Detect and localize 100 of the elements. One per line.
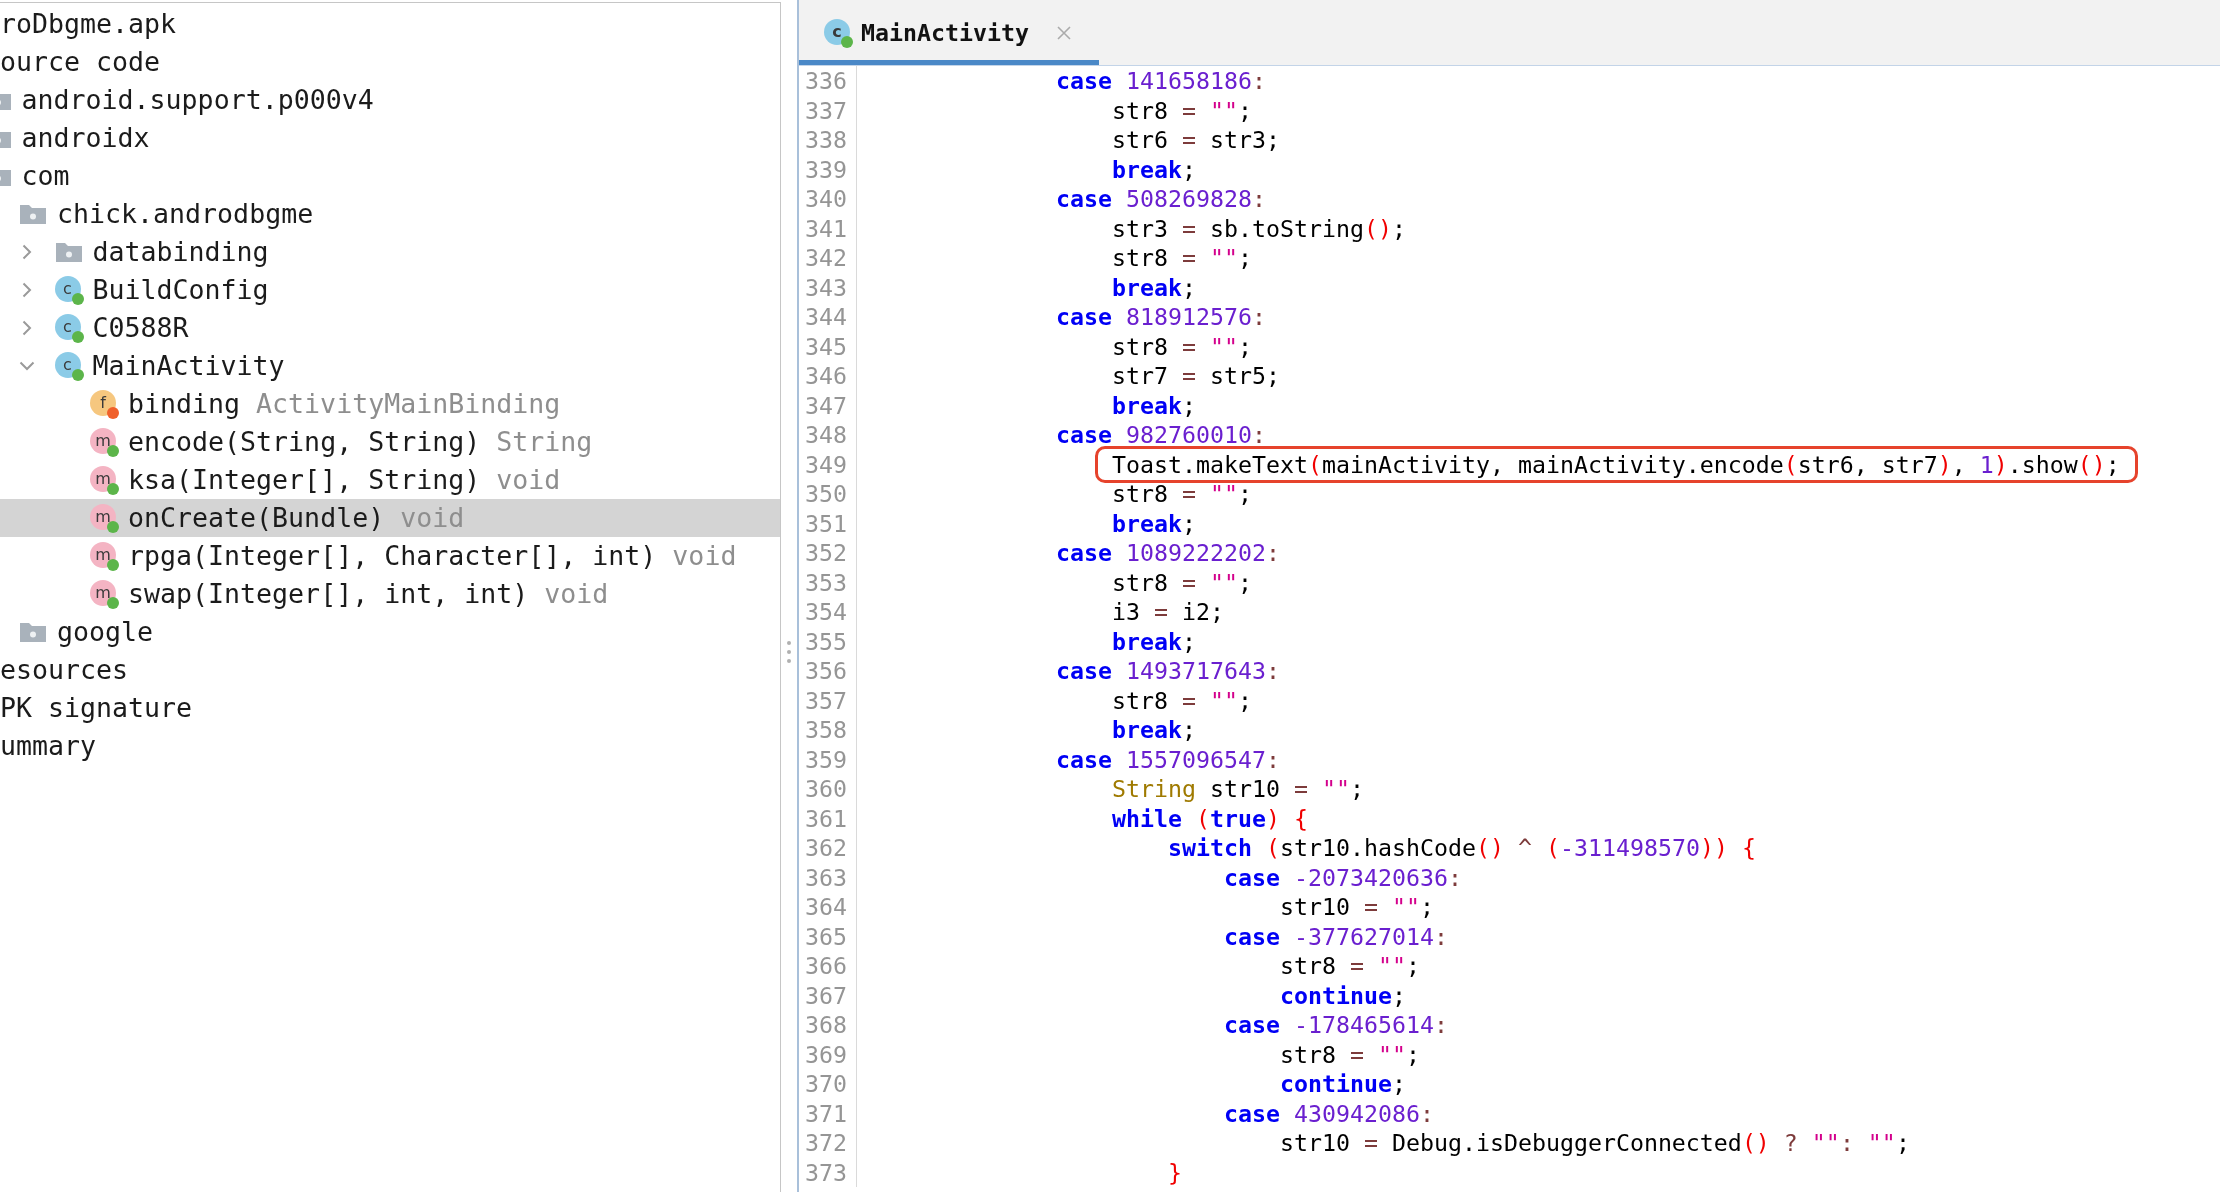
code-line: case 508269828: xyxy=(1055,184,1266,214)
line-number: 336 xyxy=(805,66,847,96)
class-icon: c xyxy=(54,275,81,302)
line-number: 355 xyxy=(805,626,847,656)
tree-item-label[interactable]: swap(Integer[], int, int) xyxy=(128,574,529,614)
line-number: 372 xyxy=(805,1128,847,1158)
code-line: continue; xyxy=(1279,1069,1406,1099)
code-line: break; xyxy=(1111,272,1196,302)
type-label: void xyxy=(496,463,561,498)
line-number: 344 xyxy=(805,302,847,332)
tree-item-label[interactable]: chick.androdbgme xyxy=(57,194,314,234)
line-number: 338 xyxy=(805,125,847,155)
method-icon: m xyxy=(90,427,116,454)
code-line: case 818912576: xyxy=(1055,302,1266,332)
code-line: str8 = ""; xyxy=(1279,951,1420,981)
code-line: str3 = sb.toString(); xyxy=(1111,213,1406,243)
method-icon: m xyxy=(90,503,116,530)
tree-item-label[interactable]: google xyxy=(57,612,154,652)
tree-item-label[interactable]: rpga(Integer[], Character[], int) xyxy=(128,536,657,576)
line-number: 358 xyxy=(805,715,847,745)
code-line: case -178465614: xyxy=(1223,1010,1448,1040)
tree-item-label[interactable]: ummary xyxy=(0,726,97,766)
tree-item-label[interactable]: onCreate(Bundle) xyxy=(128,498,385,538)
line-number: 363 xyxy=(805,862,847,892)
tree-item-label[interactable]: esources xyxy=(0,650,129,690)
line-number: 337 xyxy=(805,95,847,125)
code-line: str7 = str5; xyxy=(1111,361,1280,391)
tree-item-label[interactable]: roDbgme.apk xyxy=(0,4,177,44)
tree-item-label[interactable]: C0588R xyxy=(92,308,189,348)
line-number: 371 xyxy=(805,1098,847,1128)
line-number: 353 xyxy=(805,567,847,597)
code-line: break; xyxy=(1111,154,1196,184)
folder-icon xyxy=(54,241,83,263)
code-line: break; xyxy=(1111,508,1196,538)
method-icon: m xyxy=(90,465,116,492)
type-label: void xyxy=(400,501,465,536)
line-number: 364 xyxy=(805,892,847,922)
type-label: ActivityMainBinding xyxy=(256,387,561,422)
tree-item-label[interactable]: binding xyxy=(128,384,241,424)
class-icon: c xyxy=(54,351,81,378)
code-line: str8 = ""; xyxy=(1111,567,1252,597)
code-line: str8 = ""; xyxy=(1111,685,1252,715)
line-number: 368 xyxy=(805,1010,847,1040)
line-number: 351 xyxy=(805,508,847,538)
line-number: 343 xyxy=(805,272,847,302)
tree-item-label[interactable]: com xyxy=(21,156,70,196)
line-number: 346 xyxy=(805,361,847,391)
tree-item-label[interactable]: android.support.p000v4 xyxy=(21,80,374,120)
code-line: break; xyxy=(1111,715,1196,745)
field-icon: f xyxy=(90,389,116,416)
code-line: case 982760010: xyxy=(1055,420,1266,450)
code-line: case 141658186: xyxy=(1055,66,1266,96)
line-number: 339 xyxy=(805,154,847,184)
method-icon: m xyxy=(90,579,116,606)
code-line: str10 = Debug.isDebuggerConnected() ? "": ""; xyxy=(1279,1128,1910,1158)
code-line: break; xyxy=(1111,390,1196,420)
line-number: 350 xyxy=(805,479,847,509)
code-line: i3 = i2; xyxy=(1111,597,1224,627)
line-number: 340 xyxy=(805,184,847,214)
tree-item-label[interactable]: databinding xyxy=(92,232,269,272)
code-line: str10 = ""; xyxy=(1279,892,1434,922)
class-icon: c xyxy=(824,18,850,45)
line-number: 367 xyxy=(805,980,847,1010)
folder-icon xyxy=(19,621,47,643)
type-label: void xyxy=(672,539,737,574)
code-line: } xyxy=(1167,1157,1182,1187)
tree-item-label[interactable]: ource code xyxy=(0,42,161,82)
code-line: case -2073420636: xyxy=(1223,862,1462,892)
line-number: 361 xyxy=(805,803,847,833)
code-line: case 1557096547: xyxy=(1055,744,1280,774)
line-number: 369 xyxy=(805,1039,847,1069)
code-line: case -377627014: xyxy=(1223,921,1448,951)
code-line: Toast.makeText(mainActivity, mainActivity.encode(str6, str7), 1).show(); xyxy=(1111,449,2120,479)
line-number: 373 xyxy=(805,1157,847,1187)
tree-item-label[interactable]: androidx xyxy=(21,118,150,158)
line-number: 352 xyxy=(805,538,847,568)
line-number: 354 xyxy=(805,597,847,627)
code-line: str8 = ""; xyxy=(1111,479,1252,509)
code-line: str8 = ""; xyxy=(1111,243,1252,273)
line-number: 365 xyxy=(805,921,847,951)
code-line: str8 = ""; xyxy=(1111,95,1252,125)
resize-grip-icon[interactable] xyxy=(786,640,792,664)
close-icon[interactable] xyxy=(1056,25,1072,41)
tree-item-label[interactable]: MainActivity xyxy=(92,346,285,386)
tree-item-label[interactable]: ksa(Integer[], String) xyxy=(128,460,481,500)
class-icon: c xyxy=(54,313,81,340)
code-line: continue; xyxy=(1279,980,1406,1010)
line-number: 370 xyxy=(805,1069,847,1099)
line-number: 347 xyxy=(805,390,847,420)
tree-item-label[interactable]: BuildConfig xyxy=(92,270,269,310)
tree-item-label[interactable]: encode(String, String) xyxy=(128,422,481,462)
line-number: 357 xyxy=(805,685,847,715)
line-number: 366 xyxy=(805,951,847,981)
tree-item-label[interactable]: PK signature xyxy=(0,688,193,728)
line-number: 356 xyxy=(805,656,847,686)
line-number: 341 xyxy=(805,213,847,243)
code-line: str8 = ""; xyxy=(1279,1039,1420,1069)
code-line: case 430942086: xyxy=(1223,1098,1434,1128)
code-line: case 1089222202: xyxy=(1055,538,1280,568)
code-line: String str10 = ""; xyxy=(1111,774,1364,804)
